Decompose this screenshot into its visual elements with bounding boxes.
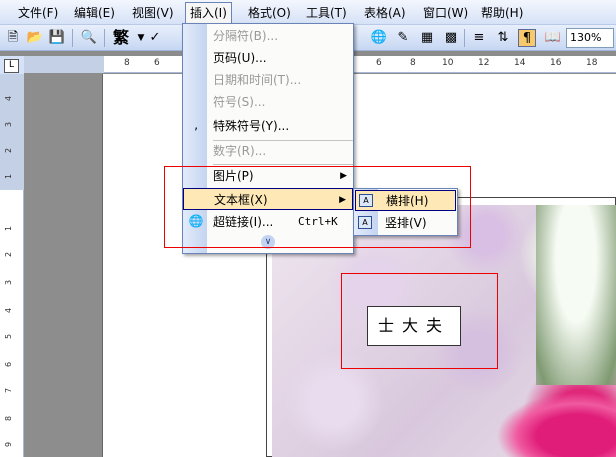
menu-item-special-symbol[interactable]: ‚ 特殊符号(Y)...: [183, 115, 353, 137]
drawing-icon[interactable]: ✎: [394, 29, 412, 47]
menu-tools[interactable]: 工具(T): [306, 4, 347, 22]
menu-bar: 文件(F) 编辑(E) 视图(V) 插入(I) 格式(O) 工具(T) 表格(A…: [0, 0, 616, 25]
save-icon[interactable]: 💾: [48, 29, 66, 47]
menu-item-label: 页码(U)...: [213, 51, 267, 65]
ruler-number: 12: [478, 58, 490, 68]
menu-insert[interactable]: 插入(I): [185, 2, 232, 25]
ruler-number: 1: [4, 173, 14, 180]
new-doc-icon[interactable]: 🗎: [4, 29, 22, 47]
flower-vase-image: [536, 205, 616, 385]
annotation-highlight-menu: [164, 166, 471, 248]
traditional-chinese-icon[interactable]: 繁: [112, 29, 130, 47]
ruler-number: 1: [4, 225, 14, 232]
menu-view[interactable]: 视图(V): [132, 4, 174, 22]
print-preview-icon[interactable]: 🔍: [80, 29, 98, 47]
pink-cloth-image: [486, 387, 616, 457]
menu-item-date-time[interactable]: 日期和时间(T)...: [183, 69, 353, 91]
ruler-number: 6: [154, 58, 160, 68]
hyperlink-icon[interactable]: 🌐: [370, 29, 388, 47]
ruler-number: 10: [442, 58, 454, 68]
ruler-number: 2: [4, 147, 14, 154]
menu-item-label: 符号(S)...: [213, 95, 266, 109]
ruler-number: 8: [124, 58, 130, 68]
annotation-highlight-textbox: [341, 273, 498, 369]
insert-excel-icon[interactable]: ▩: [442, 29, 460, 47]
show-hide-icon[interactable]: ¶: [518, 29, 536, 47]
ruler-corner: L: [0, 56, 24, 74]
menu-help[interactable]: 帮助(H): [481, 4, 523, 22]
vertical-ruler[interactable]: 4 3 2 1 1 2 3 4 5 6 7 8 9: [0, 74, 24, 457]
ruler-margin: [24, 56, 104, 73]
ruler-number: 4: [4, 95, 14, 102]
spellcheck-icon[interactable]: ✓: [146, 29, 164, 47]
columns-icon[interactable]: ≡: [470, 29, 488, 47]
ruler-number: 3: [4, 279, 14, 286]
ruler-number: 8: [4, 415, 14, 422]
menu-item-number[interactable]: 数字(R)...: [183, 140, 353, 162]
table-icon[interactable]: ▦: [418, 29, 436, 47]
menu-edit[interactable]: 编辑(E): [74, 4, 115, 22]
toolbar-separator: [104, 29, 105, 47]
menu-item-label: 日期和时间(T)...: [213, 73, 302, 87]
tab-stop-selector[interactable]: L: [4, 59, 19, 73]
toolbar-separator: [464, 29, 465, 47]
ruler-number: 18: [586, 58, 598, 68]
ruler-number: 16: [550, 58, 562, 68]
menu-window[interactable]: 窗口(W): [423, 4, 468, 22]
ruler-number: 9: [4, 441, 14, 448]
menu-item-symbol[interactable]: 符号(S)...: [183, 91, 353, 113]
drawing-toolbar-icon[interactable]: ⇅: [494, 29, 512, 47]
menu-table[interactable]: 表格(A): [364, 4, 406, 22]
ruler-number: 2: [4, 251, 14, 258]
comma-symbol-icon: ‚: [194, 118, 198, 132]
ruler-number: 3: [4, 121, 14, 128]
ruler-number: 6: [4, 361, 14, 368]
toolbar-separator: [72, 29, 73, 47]
menu-item-label: 特殊符号(Y)...: [213, 119, 290, 133]
ruler-number: 14: [514, 58, 526, 68]
read-mode-icon[interactable]: 📖: [544, 29, 562, 47]
ruler-margin: [0, 74, 24, 190]
menu-item-break[interactable]: 分隔符(B)...: [183, 25, 353, 47]
menu-item-page-number[interactable]: 页码(U)...: [183, 47, 353, 69]
menu-item-label: 数字(R)...: [213, 144, 267, 158]
ruler-number: 5: [4, 333, 14, 340]
zoom-field[interactable]: 130%: [566, 28, 614, 48]
ruler-number: 7: [4, 387, 14, 394]
ruler-number: 6: [376, 58, 382, 68]
menu-format[interactable]: 格式(O): [248, 4, 291, 22]
menu-item-label: 分隔符(B)...: [213, 29, 279, 43]
ruler-number: 8: [410, 58, 416, 68]
menu-file[interactable]: 文件(F): [18, 4, 58, 22]
ruler-number: 4: [4, 307, 14, 314]
open-folder-icon[interactable]: 📂: [26, 29, 44, 47]
